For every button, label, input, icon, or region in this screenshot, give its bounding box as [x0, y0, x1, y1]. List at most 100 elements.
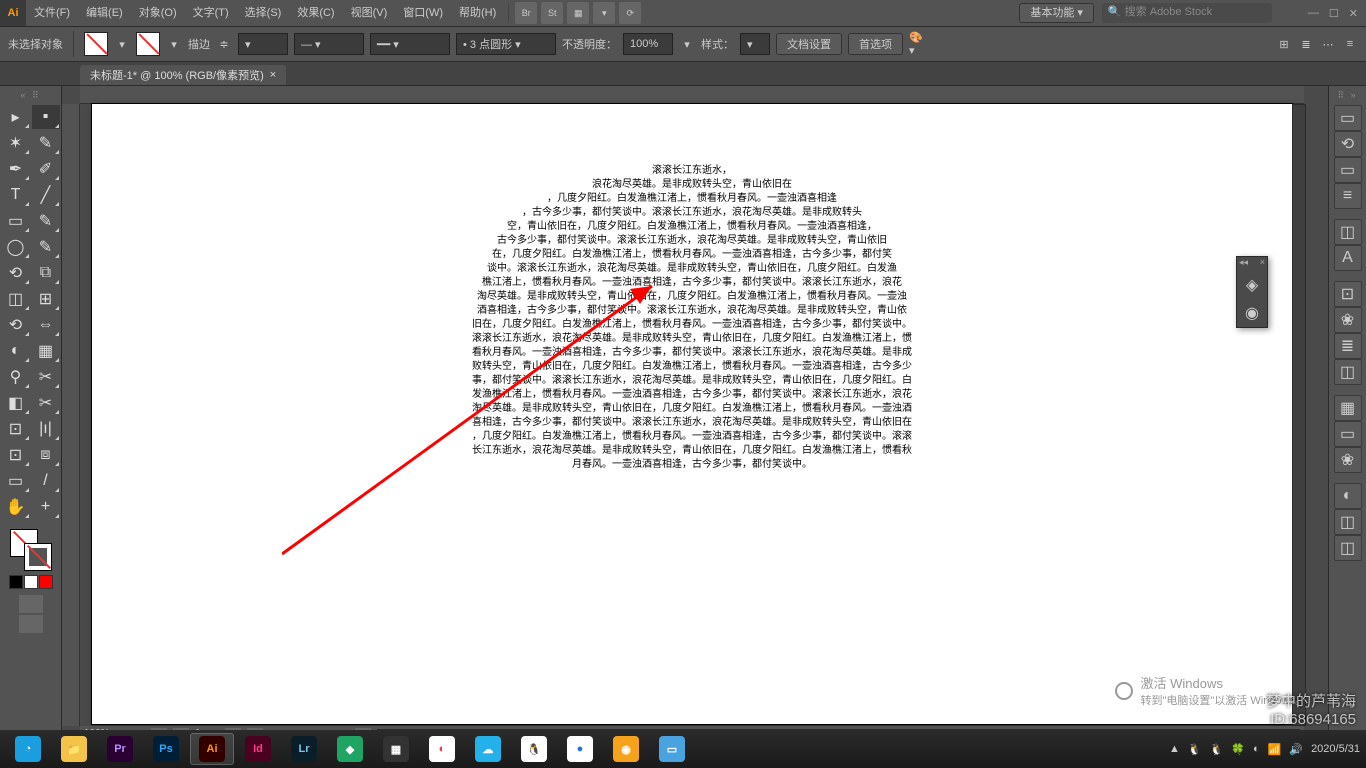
tool[interactable]: ⊞: [32, 287, 60, 311]
tool[interactable]: ▭: [2, 209, 30, 233]
tool[interactable]: ⇔: [32, 313, 60, 337]
panel-handle-icon[interactable]: ⠿ »: [1337, 90, 1357, 101]
draw-mode-icon[interactable]: [19, 595, 43, 613]
panel-icon[interactable]: ◫: [1334, 359, 1362, 385]
workspace-switcher[interactable]: 基本功能 ▾: [1019, 3, 1094, 23]
menu-item[interactable]: 文件(F): [26, 0, 78, 26]
tool[interactable]: ⚲: [2, 365, 30, 389]
tool[interactable]: ▸: [2, 105, 30, 129]
tool[interactable]: ⧈: [32, 443, 60, 467]
panel-handle-icon[interactable]: « ⠿: [20, 90, 40, 101]
taskbar-app[interactable]: ☁: [466, 733, 510, 765]
menubar-icon[interactable]: St: [541, 2, 563, 24]
brush-dropdown[interactable]: • 3 点圆形 ▾: [456, 33, 556, 55]
taskbar-app[interactable]: ◆: [328, 733, 372, 765]
taskbar-app[interactable]: Lr: [282, 733, 326, 765]
screen-mode-icon[interactable]: [19, 615, 43, 633]
tool[interactable]: T: [2, 183, 30, 207]
tool[interactable]: ⧉: [32, 261, 60, 285]
preferences-button[interactable]: 首选项: [848, 33, 903, 55]
panel-icon[interactable]: ◐: [1334, 483, 1362, 509]
stroke-weight-stepper[interactable]: ≑: [216, 32, 232, 56]
tool[interactable]: ◐: [2, 339, 30, 363]
document-tab[interactable]: 未标题-1* @ 100% (RGB/像素预览) ×: [80, 65, 286, 85]
fill-swatch[interactable]: [84, 32, 108, 56]
maximize-button[interactable]: ☐: [1329, 7, 1339, 20]
taskbar-app[interactable]: ◉: [604, 733, 648, 765]
tool[interactable]: ▭: [2, 469, 30, 493]
panel-icon[interactable]: ▭: [1334, 157, 1362, 183]
tool[interactable]: ▪: [32, 105, 60, 129]
panel-icon[interactable]: ≡: [1334, 183, 1362, 209]
tool[interactable]: ✎: [32, 235, 60, 259]
tray-icon[interactable]: ▲: [1169, 743, 1180, 755]
search-input[interactable]: 🔍 搜索 Adobe Stock: [1102, 3, 1272, 23]
close-tab-icon[interactable]: ×: [270, 69, 276, 81]
panel-icon[interactable]: ◫: [1334, 509, 1362, 535]
panel-icon[interactable]: ▦: [1334, 395, 1362, 421]
stroke-weight-field[interactable]: ▾: [238, 33, 288, 55]
vertical-scrollbar[interactable]: [1292, 104, 1306, 726]
tool[interactable]: ╱: [32, 183, 60, 207]
close-panel-icon[interactable]: ×: [1260, 257, 1265, 271]
menu-item[interactable]: 视图(V): [343, 0, 396, 26]
tool[interactable]: ◯: [2, 235, 30, 259]
style-dropdown[interactable]: ▾: [740, 33, 770, 55]
tool[interactable]: ✒: [2, 157, 30, 181]
menu-item[interactable]: 文字(T): [185, 0, 237, 26]
tool[interactable]: +: [32, 495, 60, 519]
collapsed-panel[interactable]: ◂◂× ◈◉: [1236, 256, 1268, 328]
artboard[interactable]: 滚滚长江东逝水，浪花淘尽英雄。是非成败转头空，青山依旧在，几度夕阳红。白发渔樵江…: [92, 104, 1292, 724]
tool[interactable]: ✶: [2, 131, 30, 155]
tool[interactable]: ◧: [2, 391, 30, 415]
panel-icon[interactable]: ▭: [1334, 105, 1362, 131]
panel-icon[interactable]: ❀: [1334, 447, 1362, 473]
vertical-ruler[interactable]: [62, 104, 80, 726]
taskbar-app[interactable]: Ps: [144, 733, 188, 765]
panel-icon[interactable]: ◫: [1334, 535, 1362, 561]
control-bar-icon[interactable]: ⊞: [1276, 32, 1292, 56]
horizontal-ruler[interactable]: [80, 86, 1304, 104]
menubar-icon[interactable]: ▦: [567, 2, 589, 24]
control-bar-icon[interactable]: ⋯: [1320, 32, 1336, 56]
menu-item[interactable]: 选择(S): [237, 0, 290, 26]
tool[interactable]: ◫: [2, 287, 30, 311]
tool[interactable]: ✐: [32, 157, 60, 181]
menu-item[interactable]: 对象(O): [131, 0, 185, 26]
opacity-field[interactable]: 100%: [623, 33, 673, 55]
tool[interactable]: ✎: [32, 131, 60, 155]
taskbar-date[interactable]: 2020/5/31: [1311, 743, 1360, 755]
panel-icon[interactable]: ⟲: [1334, 131, 1362, 157]
taskbar-app[interactable]: ◐: [420, 733, 464, 765]
control-bar-icon[interactable]: ≡: [1342, 32, 1358, 56]
expand-panel-icon[interactable]: ◂◂: [1239, 257, 1248, 271]
taskbar-app[interactable]: ●: [558, 733, 602, 765]
taskbar-app[interactable]: ▭: [650, 733, 694, 765]
tool[interactable]: ⊡: [2, 443, 30, 467]
panel-icon[interactable]: ▭: [1334, 421, 1362, 447]
fill-stroke-control[interactable]: [10, 529, 52, 571]
navigator-icon[interactable]: ◉: [1237, 299, 1267, 327]
color-mode-icon[interactable]: [39, 575, 53, 589]
taskbar-app[interactable]: ▦: [374, 733, 418, 765]
menubar-icon[interactable]: ▾: [593, 2, 615, 24]
taskbar-app[interactable]: Id: [236, 733, 280, 765]
stroke-swatch[interactable]: [136, 32, 160, 56]
tool[interactable]: ⊡: [2, 417, 30, 441]
tray-icon[interactable]: 📶: [1268, 743, 1282, 756]
tool[interactable]: ✋: [2, 495, 30, 519]
tool[interactable]: ⟲: [2, 313, 30, 337]
taskbar-app[interactable]: Pr: [98, 733, 142, 765]
panel-icon[interactable]: ⊡: [1334, 281, 1362, 307]
tool[interactable]: ✂: [32, 391, 60, 415]
tool[interactable]: ✂: [32, 365, 60, 389]
menubar-icon[interactable]: ⟳: [619, 2, 641, 24]
doc-setup-button[interactable]: 文档设置: [776, 33, 842, 55]
taskbar-app[interactable]: 🐧: [512, 733, 556, 765]
canvas-area[interactable]: 滚滚长江东逝水，浪花淘尽英雄。是非成败转头空，青山依旧在，几度夕阳红。白发渔樵江…: [62, 86, 1328, 744]
tool[interactable]: |ı|: [32, 417, 60, 441]
control-bar-icon[interactable]: ≣: [1298, 32, 1314, 56]
dash-dropdown[interactable]: — ▾: [294, 33, 364, 55]
taskbar-app[interactable]: ◔: [6, 733, 50, 765]
tray-icon[interactable]: 🍀: [1231, 743, 1245, 756]
